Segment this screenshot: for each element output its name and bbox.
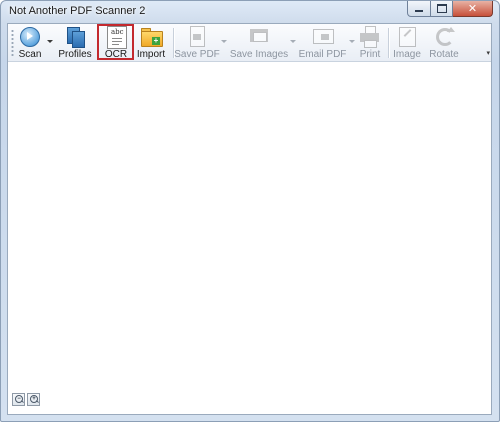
zoom-out-button[interactable]: − (12, 393, 25, 406)
close-button[interactable]: ✕ (453, 1, 493, 17)
ocr-highlight-box (97, 24, 134, 60)
email-pdf-button[interactable]: Email PDF (298, 25, 347, 60)
toolbar-separator (388, 28, 390, 58)
zoom-in-button[interactable]: + (27, 393, 40, 406)
import-button[interactable]: + Import (136, 25, 166, 60)
scan-button[interactable]: Scan (16, 25, 44, 60)
scan-dropdown-arrow[interactable] (47, 40, 53, 43)
toolbar: Scan Profiles abc OCR + Import Save PDF … (8, 24, 491, 62)
image-label: Image (393, 49, 421, 60)
rotate-label: Rotate (429, 49, 459, 60)
image-button[interactable]: Image (392, 25, 422, 60)
save-pdf-button[interactable]: Save PDF (174, 25, 220, 60)
rotate-icon (433, 26, 455, 48)
save-images-label: Save Images (229, 49, 289, 60)
caption-buttons: ✕ (407, 1, 493, 17)
print-button[interactable]: Print (357, 25, 383, 60)
save-pdf-label: Save PDF (174, 49, 220, 60)
email-pdf-dropdown-arrow[interactable] (349, 40, 355, 43)
close-icon: ✕ (467, 2, 478, 15)
folder-import-icon: + (140, 26, 163, 48)
toolbar-grip[interactable] (11, 29, 14, 57)
save-pdf-dropdown-arrow[interactable] (221, 40, 227, 43)
client-area: Scan Profiles abc OCR + Import Save PDF … (7, 23, 492, 415)
app-window: Not Another PDF Scanner 2 ✕ Scan Profile… (0, 0, 500, 422)
print-label: Print (359, 49, 381, 60)
printer-icon (359, 26, 381, 48)
email-icon (312, 26, 334, 48)
profiles-button[interactable]: Profiles (56, 25, 94, 60)
profiles-icon (64, 26, 86, 48)
import-label: Import (136, 49, 166, 60)
scan-label: Scan (18, 49, 42, 60)
toolbar-overflow-icon[interactable]: ▾ (486, 49, 490, 57)
maximize-icon (436, 4, 447, 13)
profiles-label: Profiles (58, 49, 92, 60)
images-icon (248, 26, 270, 48)
zoom-controls: − + (12, 393, 42, 406)
rotate-button[interactable]: Rotate (427, 25, 461, 60)
image-edit-icon (396, 26, 418, 48)
minimize-button[interactable] (407, 1, 431, 17)
save-images-button[interactable]: Save Images (229, 25, 289, 60)
save-images-dropdown-arrow[interactable] (290, 40, 296, 43)
email-pdf-label: Email PDF (298, 49, 347, 60)
document-canvas[interactable]: − + (8, 62, 491, 414)
title-bar[interactable]: Not Another PDF Scanner 2 ✕ (1, 1, 499, 23)
window-title: Not Another PDF Scanner 2 (9, 5, 146, 17)
pdf-file-icon (186, 26, 208, 48)
minimize-icon (415, 10, 423, 12)
maximize-button[interactable] (431, 1, 453, 17)
scan-icon (19, 26, 41, 48)
